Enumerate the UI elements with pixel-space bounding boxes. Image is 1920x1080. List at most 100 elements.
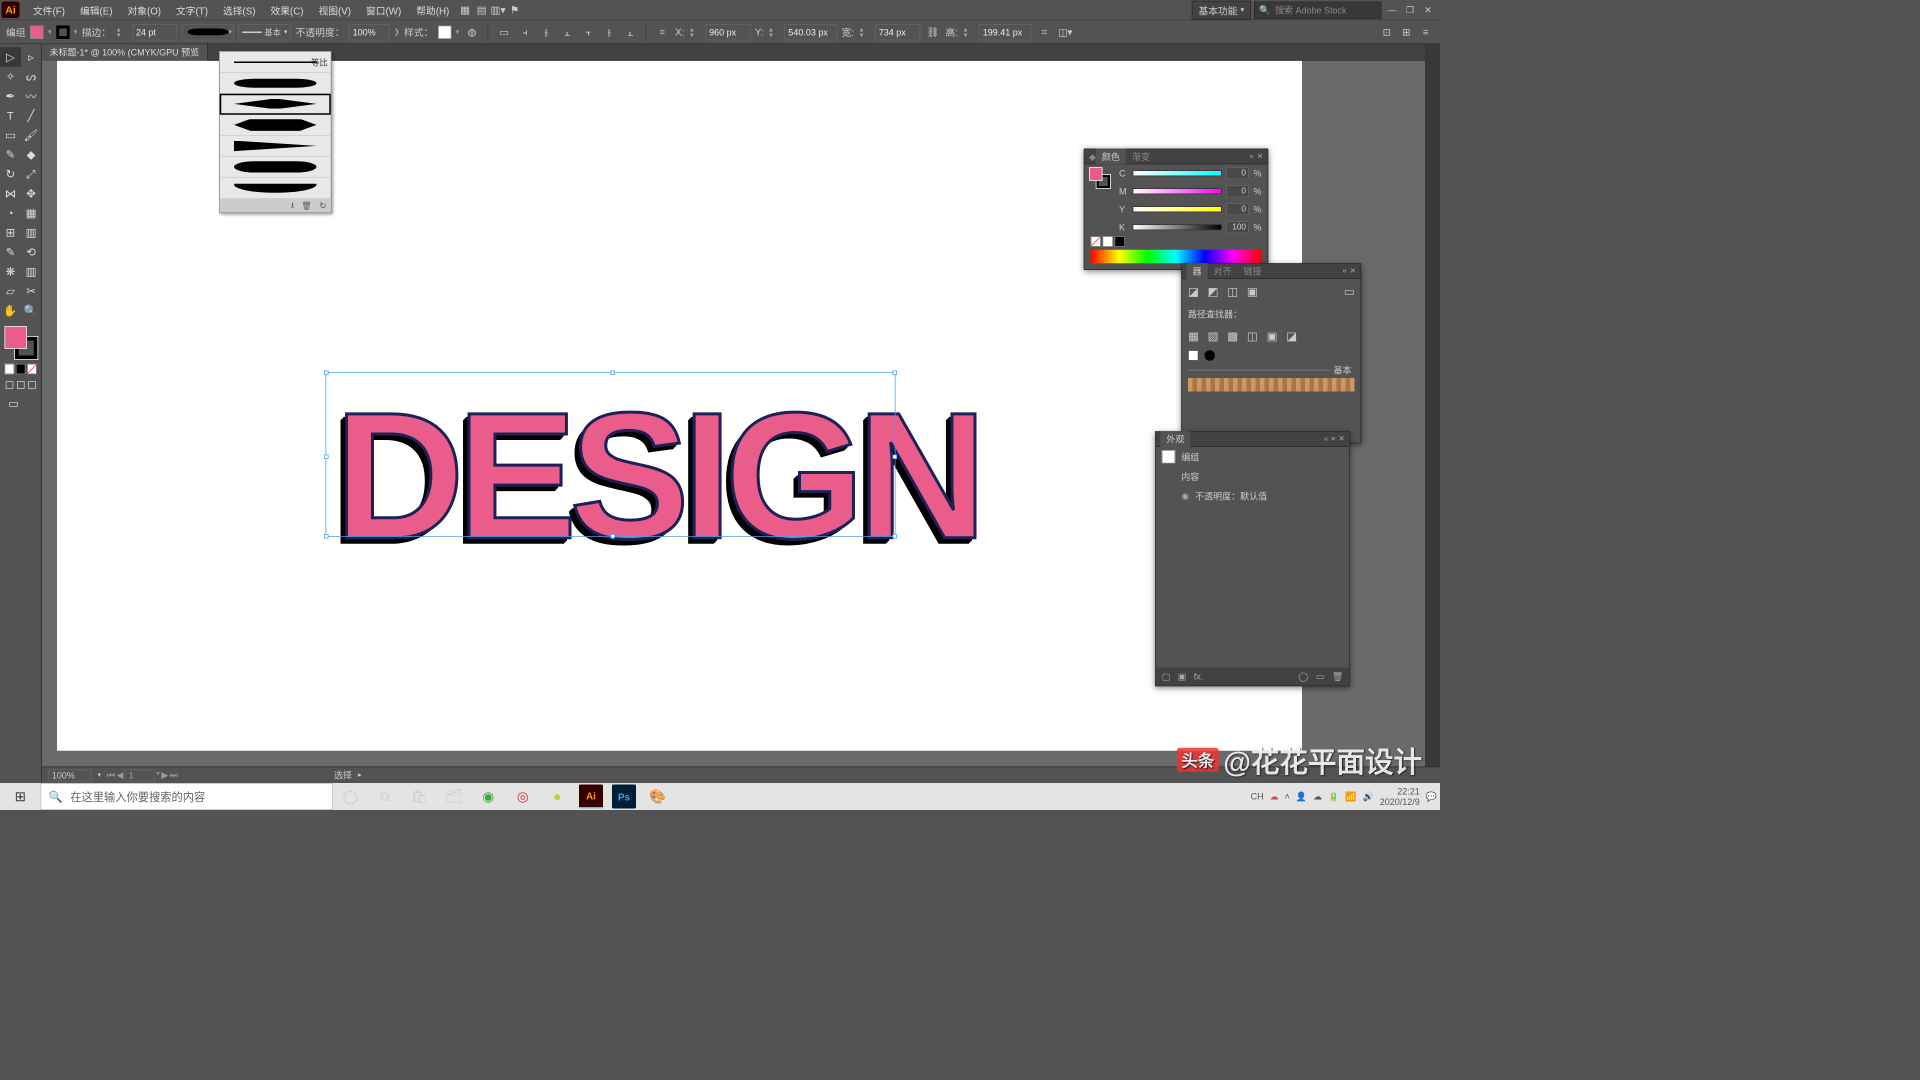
white-swatch[interactable] bbox=[1103, 236, 1114, 247]
fill-swatch[interactable] bbox=[30, 25, 44, 39]
menu-window[interactable]: 窗口(W) bbox=[359, 0, 409, 20]
variable-width-profile[interactable]: ▾ bbox=[182, 24, 235, 41]
window-close[interactable]: ✕ bbox=[1421, 4, 1436, 16]
window-max[interactable]: ❐ bbox=[1403, 4, 1418, 16]
profile-6[interactable] bbox=[220, 178, 331, 199]
paint-icon[interactable]: 🎨 bbox=[641, 783, 676, 810]
opacity-input[interactable]: 100% bbox=[349, 24, 390, 41]
app-icon-1[interactable]: ● bbox=[540, 783, 575, 810]
edit-contents-icon[interactable]: ⊞ bbox=[1398, 24, 1415, 41]
outline-icon[interactable]: ▣ bbox=[1267, 329, 1278, 343]
merge-icon[interactable]: ▩ bbox=[1227, 329, 1238, 343]
ap-close-icon[interactable]: ✕ bbox=[1338, 435, 1344, 443]
stock-search[interactable]: 🔍搜索 Adobe Stock bbox=[1254, 1, 1382, 18]
isolate-icon[interactable]: ⊡ bbox=[1379, 24, 1396, 41]
k-value[interactable]: 100 bbox=[1226, 221, 1249, 233]
type-tool[interactable]: T bbox=[0, 106, 21, 126]
start-button[interactable]: ⊞ bbox=[0, 783, 41, 810]
profile-4[interactable] bbox=[220, 136, 331, 157]
workspace-switcher[interactable]: 基本功能 bbox=[1192, 0, 1251, 19]
menu-file[interactable]: 文件(F) bbox=[26, 0, 73, 20]
zoom-tool[interactable]: 🔍 bbox=[21, 301, 42, 321]
w-input[interactable]: 734 px bbox=[875, 24, 920, 41]
profile-1[interactable] bbox=[220, 73, 331, 94]
k-slider[interactable] bbox=[1133, 224, 1222, 230]
unite-icon[interactable]: ◪ bbox=[1188, 285, 1199, 299]
tray-up-icon[interactable]: ˄ bbox=[1285, 791, 1290, 802]
notifications-icon[interactable]: 💬 bbox=[1426, 791, 1437, 802]
tab-gradient[interactable]: 渐变 bbox=[1126, 149, 1156, 165]
shape-prop-icon[interactable]: ⌗ bbox=[1036, 24, 1053, 41]
appearance-group[interactable]: 编组 bbox=[1181, 450, 1199, 463]
tab-color[interactable]: 颜色 bbox=[1096, 149, 1126, 165]
hand-tool[interactable]: ✋ bbox=[0, 301, 21, 321]
trash-icon[interactable]: 🗑 bbox=[1332, 671, 1343, 682]
artboard-tool[interactable]: ▱ bbox=[0, 281, 21, 301]
y-slider[interactable] bbox=[1133, 206, 1222, 212]
recolor-icon[interactable]: ◍ bbox=[464, 24, 481, 41]
h-input[interactable]: 199.41 px bbox=[979, 24, 1032, 41]
taskbar-search[interactable]: 🔍在这里输入你要搜索的内容 bbox=[41, 783, 334, 810]
none-swatch[interactable] bbox=[1091, 236, 1102, 247]
trim-icon[interactable]: ▨ bbox=[1208, 329, 1219, 343]
taskview-icon[interactable]: ⧉ bbox=[368, 783, 403, 810]
screen-mode[interactable]: ▭ bbox=[5, 394, 23, 414]
c-value[interactable]: 0 bbox=[1226, 167, 1249, 179]
ap-collapse-icon[interactable]: « bbox=[1324, 435, 1328, 443]
m-value[interactable]: 0 bbox=[1226, 185, 1249, 197]
draw-behind[interactable]: ◻ bbox=[16, 377, 26, 391]
fill-stroke-control[interactable] bbox=[3, 325, 39, 361]
mb-icon-2[interactable]: ▤ bbox=[473, 2, 490, 17]
expand-icon[interactable]: ▭ bbox=[1344, 285, 1355, 299]
gpu-icon[interactable]: ⚑ bbox=[506, 2, 523, 17]
mesh-tool[interactable]: ⊞ bbox=[0, 223, 21, 243]
pen-tool[interactable]: ✒ bbox=[0, 86, 21, 106]
gradient-mode[interactable] bbox=[16, 364, 26, 375]
y-input[interactable]: 540.03 px bbox=[785, 24, 838, 41]
shape-builder-tool[interactable]: ◔ bbox=[0, 203, 21, 223]
width-profile-dropdown[interactable]: 等比 ⭳🗑↻ bbox=[219, 51, 332, 213]
clear-icon[interactable]: ◯ bbox=[1298, 671, 1308, 682]
tray-clock[interactable]: 22:212020/12/9 bbox=[1380, 786, 1420, 807]
appearance-opacity[interactable]: 不透明度：默认值 bbox=[1195, 489, 1267, 502]
pf-close-icon[interactable]: ✕ bbox=[1350, 267, 1356, 275]
tray-volume-icon[interactable]: 🔊 bbox=[1363, 791, 1374, 802]
gradient-tool[interactable]: ▥ bbox=[21, 223, 42, 243]
window-min[interactable]: ― bbox=[1385, 4, 1400, 16]
tab-align[interactable]: 对齐 bbox=[1208, 263, 1238, 279]
lasso-tool[interactable]: ᔕ bbox=[21, 67, 42, 87]
menu-help[interactable]: 帮助(H) bbox=[409, 0, 457, 20]
menu-select[interactable]: 选择(S) bbox=[216, 0, 264, 20]
pf-collapse-icon[interactable]: « bbox=[1343, 267, 1347, 275]
transform-icon[interactable]: ⌗ bbox=[654, 24, 671, 41]
divide-icon[interactable]: ▦ bbox=[1188, 329, 1199, 343]
direct-select-tool[interactable]: ▹ bbox=[21, 47, 42, 67]
save-profile-icon[interactable]: ⭳ bbox=[291, 198, 294, 212]
appearance-contents[interactable]: 内容 bbox=[1181, 470, 1199, 483]
profile-uniform[interactable]: 等比 bbox=[220, 52, 331, 73]
brush-def[interactable]: 基本▾ bbox=[239, 24, 292, 41]
crop-icon[interactable]: ◫ bbox=[1247, 329, 1258, 343]
ime-indicator[interactable]: CH bbox=[1251, 791, 1264, 802]
panel-menu-icon[interactable]: ≡ bbox=[1418, 24, 1435, 41]
shaper-tool[interactable]: ✎ bbox=[0, 145, 21, 165]
pathfinder-panel[interactable]: 器对齐链接«✕ ◪◩◫▣ ▭ 路径查找器： ▦▨▩◫▣◪ bbox=[1181, 263, 1361, 443]
corner-icon[interactable]: ◫▾ bbox=[1057, 24, 1074, 41]
menu-edit[interactable]: 编辑(E) bbox=[72, 0, 120, 20]
cortana-icon[interactable]: ◯ bbox=[333, 783, 368, 810]
artboard-nav[interactable]: ⏮◀1▾▶⏭ bbox=[107, 769, 178, 781]
menu-type[interactable]: 文字(T) bbox=[169, 0, 216, 20]
black-swatch[interactable] bbox=[1115, 236, 1126, 247]
store-icon[interactable]: 🛍 bbox=[402, 783, 437, 810]
x-input[interactable]: 960 px bbox=[705, 24, 750, 41]
link-wh-icon[interactable]: ⛓ bbox=[925, 24, 942, 41]
blend-tool[interactable]: ⟲ bbox=[21, 242, 42, 262]
align-c-icon[interactable]: ⫲ bbox=[538, 24, 555, 41]
m-slider[interactable] bbox=[1133, 188, 1222, 194]
system-tray[interactable]: CH ☁ ˄ 👤 ☁ 🔋 📶 🔊 22:212020/12/9 💬 bbox=[1251, 786, 1440, 807]
menu-effect[interactable]: 效果(C) bbox=[263, 0, 311, 20]
align-doc-icon[interactable]: ▭ bbox=[496, 24, 513, 41]
color-mode[interactable] bbox=[5, 364, 15, 375]
doc-tab-1[interactable]: 未标题-1* @ 100% (CMYK/GPU 预览 bbox=[42, 44, 207, 61]
tray-people-icon[interactable]: 👤 bbox=[1296, 791, 1307, 802]
